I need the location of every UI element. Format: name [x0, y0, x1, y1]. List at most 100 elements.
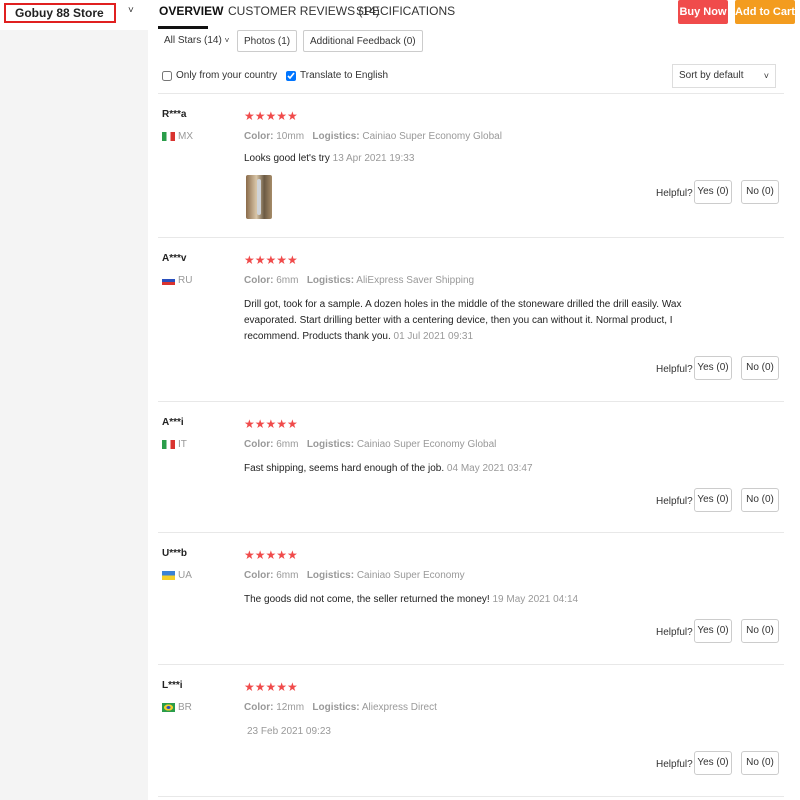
helpful-yes-button[interactable]: Yes (0) [694, 356, 732, 380]
left-sidebar [0, 30, 148, 800]
helpful-no-button[interactable]: No (0) [741, 619, 779, 643]
star-rating: ★★★★★ [244, 680, 298, 694]
store-name[interactable]: Gobuy 88 Store [4, 3, 116, 23]
logistics-value: Cainiao Super Economy Global [356, 439, 497, 450]
review-country: UA [162, 570, 192, 581]
translate-check[interactable] [286, 70, 296, 81]
add-to-cart-button[interactable]: Add to Cart [735, 0, 795, 24]
review-text: The goods did not come, the seller retur… [244, 594, 490, 605]
review-meta: Color: 6mm Logistics: Cainiao Super Econ… [244, 570, 465, 581]
helpful-label: Helpful? [656, 627, 693, 638]
review-meta: Color: 6mm Logistics: AliExpress Saver S… [244, 275, 474, 286]
review-text-block: Looks good let's try 13 Apr 2021 19:33 [244, 151, 724, 167]
star-rating: ★★★★★ [244, 109, 298, 123]
review-date: 01 Jul 2021 09:31 [393, 331, 474, 342]
review-user: R***a [162, 109, 187, 120]
star-rating: ★★★★★ [244, 417, 298, 431]
russia-flag-icon [162, 276, 175, 285]
helpful-yes-button[interactable]: Yes (0) [694, 751, 732, 775]
review-user: A***i [162, 417, 184, 428]
helpful-no-button[interactable]: No (0) [741, 488, 779, 512]
sort-label: Sort by default [679, 70, 744, 81]
brazil-flag-icon [162, 703, 175, 712]
helpful-label: Helpful? [656, 496, 693, 507]
helpful-label: Helpful? [656, 188, 693, 199]
divider [158, 401, 784, 402]
review-country: BR [162, 702, 192, 713]
review-item: A***i IT ★★★★★ Color: 6mm Logistics: Cai… [158, 417, 784, 532]
logistics-label: Logistics: [306, 439, 355, 450]
color-value: 6mm [276, 275, 299, 286]
review-text: Looks good let's try [244, 153, 330, 164]
color-value: 6mm [276, 439, 299, 450]
mexico-flag-icon [162, 132, 175, 141]
logistics-value: AliExpress Saver Shipping [356, 275, 475, 286]
logistics-label: Logistics: [306, 275, 355, 286]
country-code: MX [178, 131, 193, 142]
review-date: 19 May 2021 04:14 [492, 594, 579, 605]
review-date: 13 Apr 2021 19:33 [332, 153, 415, 164]
active-tab-underline [158, 26, 208, 29]
helpful-no-button[interactable]: No (0) [741, 751, 779, 775]
sort-dropdown[interactable]: Sort by default ˅ [672, 64, 776, 88]
ukraine-flag-icon [162, 571, 175, 580]
tab-specifications[interactable]: SPECIFICATIONS [356, 4, 455, 18]
all-stars-label: All Stars (14) [164, 35, 222, 46]
divider [158, 664, 784, 665]
review-item: L***i BR ★★★★★ Color: 12mm Logistics: Al… [158, 680, 784, 796]
helpful-yes-button[interactable]: Yes (0) [694, 180, 732, 204]
logistics-label: Logistics: [306, 570, 355, 581]
helpful-label: Helpful? [656, 364, 693, 375]
italy-flag-icon [162, 440, 175, 449]
logistics-value: Cainiao Super Economy Global [362, 131, 502, 142]
star-rating: ★★★★★ [244, 253, 298, 267]
color-label: Color: [244, 439, 274, 450]
helpful-no-button[interactable]: No (0) [741, 180, 779, 204]
review-user: A***v [162, 253, 187, 264]
country-code: RU [178, 275, 193, 286]
only-country-label: Only from your country [176, 70, 278, 81]
color-value: 6mm [276, 570, 299, 581]
review-item: A***v RU ★★★★★ Color: 6mm Logistics: Ali… [158, 253, 784, 401]
review-user: L***i [162, 680, 183, 691]
chevron-down-icon[interactable]: ˅ [128, 5, 134, 16]
review-text-block: Drill got, took for a sample. A dozen ho… [244, 297, 724, 345]
divider [158, 796, 784, 797]
photos-filter[interactable]: Photos (1) [237, 30, 298, 52]
divider [158, 532, 784, 533]
color-value: 12mm [276, 702, 305, 713]
review-country: RU [162, 275, 192, 286]
logistics-label: Logistics: [312, 702, 360, 713]
color-value: 10mm [276, 131, 305, 142]
review-text-block: Fast shipping, seems hard enough of the … [244, 461, 724, 477]
additional-feedback-filter[interactable]: Additional Feedback (0) [303, 30, 423, 52]
divider [158, 237, 784, 238]
color-label: Color: [244, 702, 274, 713]
review-date: 04 May 2021 03:47 [446, 463, 533, 474]
country-code: UA [178, 570, 192, 581]
review-item: R***a MX ★★★★★ Color: 10mm Logistics: Ca… [158, 109, 784, 237]
review-user: U***b [162, 548, 188, 559]
review-meta: Color: 10mm Logistics: Cainiao Super Eco… [244, 131, 502, 142]
translate-checkbox[interactable]: Translate to English [286, 70, 388, 81]
tab-overview[interactable]: OVERVIEW [159, 4, 223, 18]
divider [158, 93, 784, 94]
helpful-no-button[interactable]: No (0) [741, 356, 779, 380]
buy-now-button[interactable]: Buy Now [678, 0, 728, 24]
helpful-yes-button[interactable]: Yes (0) [694, 488, 732, 512]
review-text-block: The goods did not come, the seller retur… [244, 592, 724, 608]
only-country-checkbox[interactable]: Only from your country [162, 70, 277, 81]
review-meta: Color: 6mm Logistics: Cainiao Super Econ… [244, 439, 496, 450]
review-photo[interactable] [246, 175, 272, 219]
all-stars-filter[interactable]: All Stars (14) ˅ [158, 30, 235, 52]
only-country-check[interactable] [162, 70, 172, 81]
review-date: 23 Feb 2021 09:23 [247, 726, 331, 737]
country-code: BR [178, 702, 192, 713]
color-label: Color: [244, 131, 274, 142]
helpful-yes-button[interactable]: Yes (0) [694, 619, 732, 643]
translate-label: Translate to English [300, 70, 389, 81]
chevron-down-icon: ˅ [763, 71, 769, 81]
helpful-label: Helpful? [656, 759, 693, 770]
review-meta: Color: 12mm Logistics: Aliexpress Direct [244, 702, 437, 713]
chevron-down-icon: ˅ [224, 36, 230, 45]
